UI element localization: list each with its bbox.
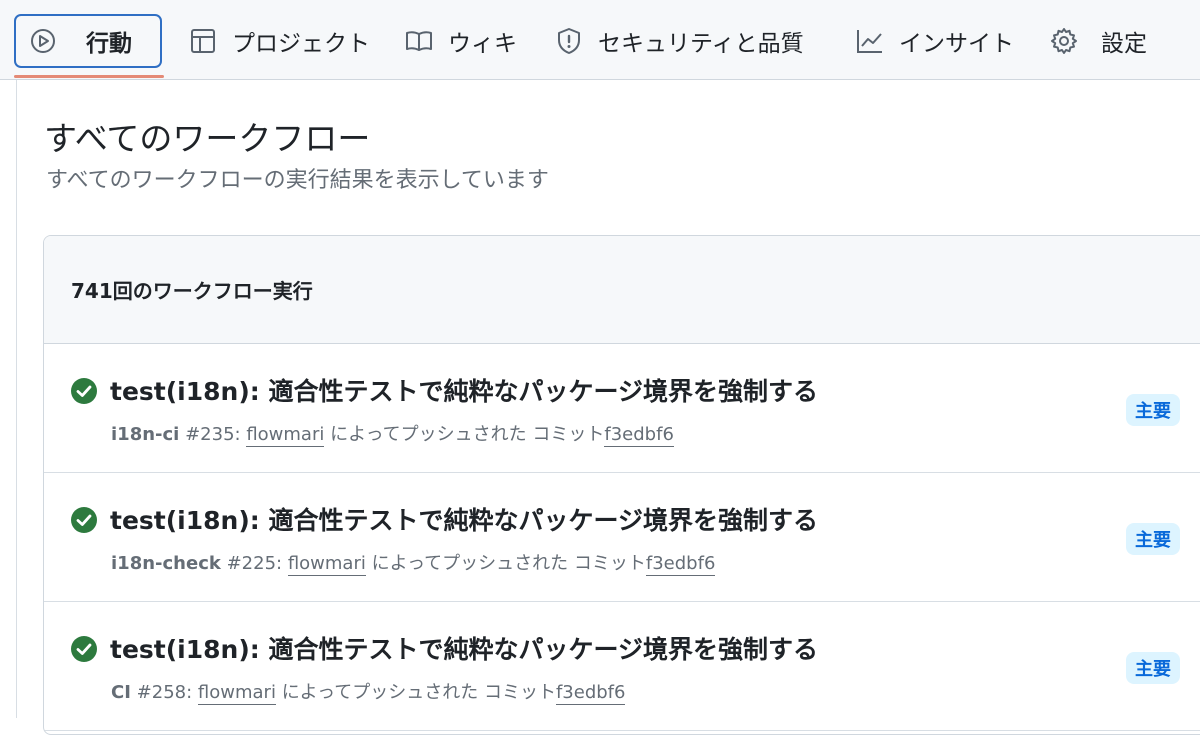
actor-link[interactable]: flowmari xyxy=(197,682,276,705)
success-check-icon xyxy=(70,377,98,405)
run-title-link[interactable]: test(i18n): 適合性テストで純粋なパッケージ境界を強制する xyxy=(110,501,818,537)
pushed-by-text: によってプッシュされた コミット xyxy=(281,682,556,703)
commit-link[interactable]: f3edbf6 xyxy=(645,553,716,576)
tab-settings[interactable]: 設定 xyxy=(1049,14,1147,68)
book-icon xyxy=(404,26,434,56)
tab-label: 行動 xyxy=(86,31,132,57)
workflow-name: CI xyxy=(111,682,131,703)
run-meta: i18n-check #225: flowmari によってプッシュされた コミ… xyxy=(111,549,716,576)
tab-label: 設定 xyxy=(1101,31,1147,57)
workflow-run-row[interactable]: test(i18n): 適合性テストで純粋なパッケージ境界を強制する CI #2… xyxy=(44,602,1200,731)
run-meta: CI #258: flowmari によってプッシュされた コミットf3edbf… xyxy=(111,678,626,705)
run-title-link[interactable]: test(i18n): 適合性テストで純粋なパッケージ境界を強制する xyxy=(110,372,818,408)
selected-tab-underline xyxy=(14,75,164,78)
tab-security[interactable]: セキュリティと品質 xyxy=(554,14,804,68)
commit-link[interactable]: f3edbf6 xyxy=(604,424,674,447)
tab-label: ウィキ xyxy=(448,31,517,57)
branch-badge[interactable]: 主要 xyxy=(1126,652,1180,684)
runs-list-header: 741回のワークフロー実行 xyxy=(44,236,1200,344)
table-icon xyxy=(188,26,218,56)
tab-wiki[interactable]: ウィキ xyxy=(404,14,517,68)
runs-count: 741回のワークフロー実行 xyxy=(71,279,313,303)
sidebar-divider xyxy=(16,80,17,718)
workflow-name: i18n-ci xyxy=(111,424,180,445)
run-number: #235: xyxy=(185,424,241,445)
tab-actions[interactable]: 行動 xyxy=(14,14,162,68)
actor-link[interactable]: flowmari xyxy=(287,553,366,576)
play-icon xyxy=(28,26,58,56)
workflow-run-row[interactable]: test(i18n): 適合性テストで純粋なパッケージ境界を強制する i18n-… xyxy=(44,344,1200,473)
commit-link[interactable]: f3edbf6 xyxy=(555,682,626,705)
repo-nav: 行動 プロジェクト ウィキ セキュリティと品質 インサイト 設定 xyxy=(0,0,1200,80)
run-title-link[interactable]: test(i18n): 適合性テストで純粋なパッケージ境界を強制する xyxy=(110,630,818,666)
page-title: すべてのワークフロー xyxy=(44,119,371,158)
tab-insights[interactable]: インサイト xyxy=(855,14,1014,68)
success-check-icon xyxy=(70,506,98,534)
pushed-by-text: によってプッシュされた コミット xyxy=(371,553,646,574)
success-check-icon xyxy=(70,635,98,663)
tab-label: セキュリティと品質 xyxy=(598,31,804,57)
graph-icon xyxy=(855,26,885,56)
shield-icon xyxy=(554,26,584,56)
branch-badge[interactable]: 主要 xyxy=(1126,523,1180,555)
actor-link[interactable]: flowmari xyxy=(246,424,325,447)
workflow-name: i18n-check xyxy=(111,553,221,574)
run-number: #225: xyxy=(226,553,283,574)
pushed-by-text: によってプッシュされた コミット xyxy=(330,424,605,445)
workflow-run-row[interactable]: test(i18n): 適合性テストで純粋なパッケージ境界を強制する i18n-… xyxy=(44,473,1200,602)
run-number: #258: xyxy=(136,682,193,703)
gear-icon xyxy=(1049,26,1079,56)
tab-label: インサイト xyxy=(899,31,1014,57)
tab-label: プロジェクト xyxy=(232,31,370,57)
branch-badge[interactable]: 主要 xyxy=(1126,394,1180,426)
run-meta: i18n-ci #235: flowmari によってプッシュされた コミットf… xyxy=(111,420,674,447)
tab-projects[interactable]: プロジェクト xyxy=(188,14,370,68)
workflow-runs-list: 741回のワークフロー実行 test(i18n): 適合性テストで純粋なパッケー… xyxy=(43,235,1200,735)
page-subtitle: すべてのワークフローの実行結果を表示しています xyxy=(46,168,549,193)
